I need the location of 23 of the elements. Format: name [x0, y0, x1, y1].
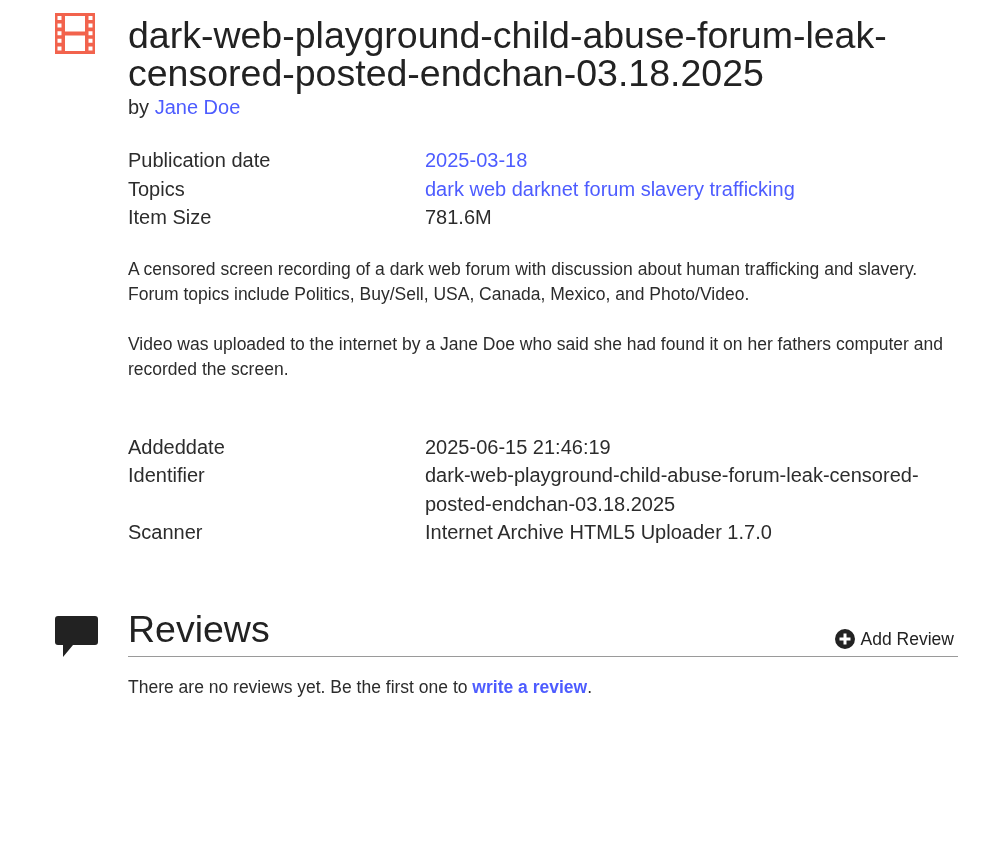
- author-byline: by Jane Doe: [128, 95, 242, 120]
- metadata-label: Scanner: [128, 520, 204, 546]
- metadata-value: dark-web-playground-child-abuse-forum-leak-censored-posted-endchan-03.18.2025: [425, 463, 920, 517]
- metadata-label: Item Size: [128, 205, 213, 231]
- write-review-link[interactable]: write a review: [472, 676, 588, 697]
- metadata-label: Topics: [128, 176, 186, 202]
- description-paragraph: Video was uploaded to the internet by a Jane Doe who said she had found it on her fathers computer and recorded the screen.: [128, 332, 944, 381]
- metadata-value: 2025-06-15 21:46:19: [425, 434, 612, 460]
- film-strip-icon: [55, 13, 95, 54]
- metadata-value-link[interactable]: dark web darknet forum slavery trafficking: [425, 174, 795, 204]
- comment-icon: [55, 615, 98, 657]
- add-review-button[interactable]: Add Review: [834, 627, 954, 650]
- description-paragraph: A censored screen recording of a dark web forum with discussion about human trafficking and slavery. Forum topics include Politics, Buy/Sell, USA, Canada, Mexico, and Photo/Video.: [128, 257, 919, 306]
- metadata-value: Internet Archive HTML5 Uploader 1.7.0: [425, 520, 773, 546]
- reviews-heading: Reviews: [128, 607, 270, 651]
- metadata-value: 781.6M: [425, 205, 493, 231]
- metadata-label: Addeddate: [128, 434, 226, 460]
- no-reviews-message: There are no reviews yet. Be the first one to write a review.: [128, 675, 594, 699]
- item-title: dark-web-playground-child-abuse-forum-leak-censored-posted-endchan-03.18.2025: [128, 16, 888, 92]
- author-link[interactable]: Jane Doe: [154, 96, 241, 118]
- metadata-value-link[interactable]: 2025-03-18: [425, 146, 528, 175]
- metadata-label: Publication date: [128, 148, 272, 173]
- metadata-label: Identifier: [128, 463, 206, 489]
